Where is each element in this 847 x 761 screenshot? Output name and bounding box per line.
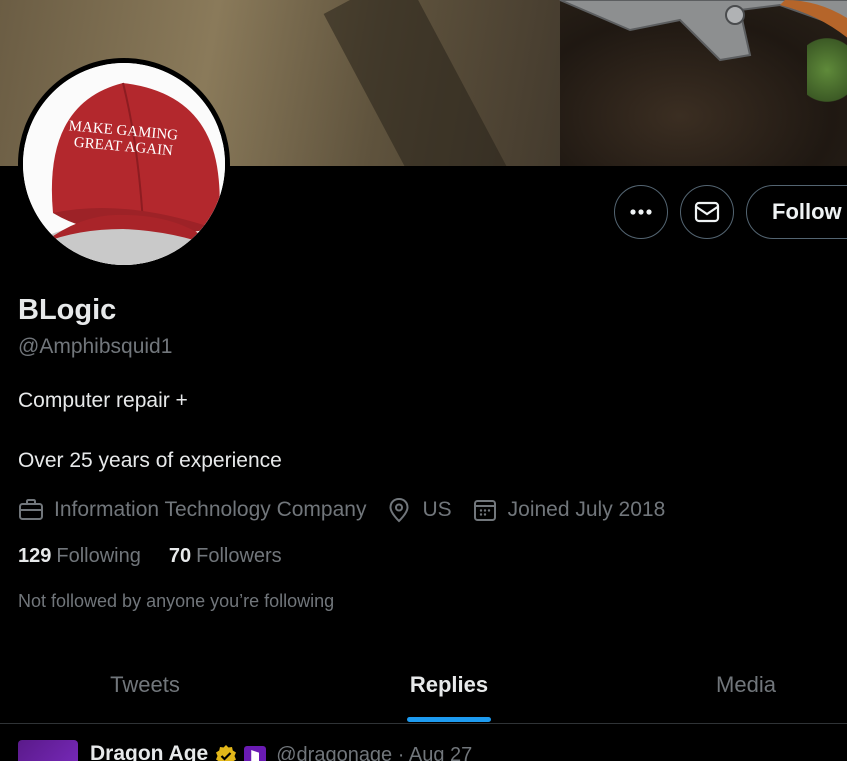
profile-name: BLogic (18, 294, 117, 326)
location-item: US (386, 497, 452, 523)
more-button[interactable] (614, 185, 668, 239)
followers-count: 70 (168, 545, 192, 567)
bio-line-2: Over 25 years of experience (18, 449, 282, 472)
active-tab-indicator (407, 717, 491, 722)
verified-badge-icon (216, 745, 237, 761)
profile-avatar[interactable]: MAKE GAMING GREAT AGAIN (18, 58, 230, 270)
tab-tweets[interactable]: Tweets (0, 645, 290, 725)
tweet-author-name[interactable]: Dragon Age (90, 742, 208, 761)
followers-link[interactable]: 70 Followers (169, 545, 282, 568)
affiliation-badge-icon (244, 746, 267, 761)
following-link[interactable]: 129 Following (18, 545, 141, 568)
tweet-item[interactable]: Dragon Age @dragonage · Aug 27 (18, 740, 472, 761)
joined-text: Joined July 2018 (507, 498, 666, 521)
category-text: Information Technology Company (54, 498, 367, 521)
profile-meta: Information Technology Company US Joined… (18, 495, 685, 525)
calendar-icon (473, 500, 496, 521)
tweet-author-handle: @dragonage · Aug 27 (276, 744, 473, 761)
banner-moss (807, 30, 847, 110)
followers-label: Followers (196, 545, 282, 567)
follow-stats: 129 Following 70 Followers (18, 545, 310, 568)
tab-replies[interactable]: Replies (304, 645, 594, 725)
more-dots-icon (630, 209, 652, 215)
joined-item: Joined July 2018 (472, 497, 666, 523)
avatar-image: MAKE GAMING GREAT AGAIN (23, 63, 225, 265)
tab-media[interactable]: Media (601, 645, 847, 725)
profile-page: MAKE GAMING GREAT AGAIN Follow BLogic @A… (0, 0, 847, 761)
banner-fold-shadow (323, 0, 507, 166)
not-followed-notice: Not followed by anyone you’re following (18, 591, 335, 611)
red-cap-image: MAKE GAMING GREAT AGAIN (23, 63, 225, 265)
profile-handle: @Amphibsquid1 (18, 335, 173, 358)
bio-line-1: Computer repair + (18, 389, 188, 412)
category-item: Information Technology Company (18, 497, 366, 523)
profile-tabs: Tweets Replies Media (0, 645, 847, 725)
briefcase-icon (19, 499, 43, 520)
tweet-author-avatar[interactable] (18, 740, 78, 761)
message-button[interactable] (680, 185, 734, 239)
location-pin-icon (389, 497, 409, 523)
envelope-icon (694, 201, 720, 223)
following-count: 129 (18, 545, 52, 567)
tabs-divider (0, 723, 847, 724)
follow-button[interactable]: Follow (746, 185, 847, 239)
following-label: Following (56, 545, 141, 567)
banner-tool-image (559, 0, 847, 62)
location-text: US (422, 498, 452, 521)
